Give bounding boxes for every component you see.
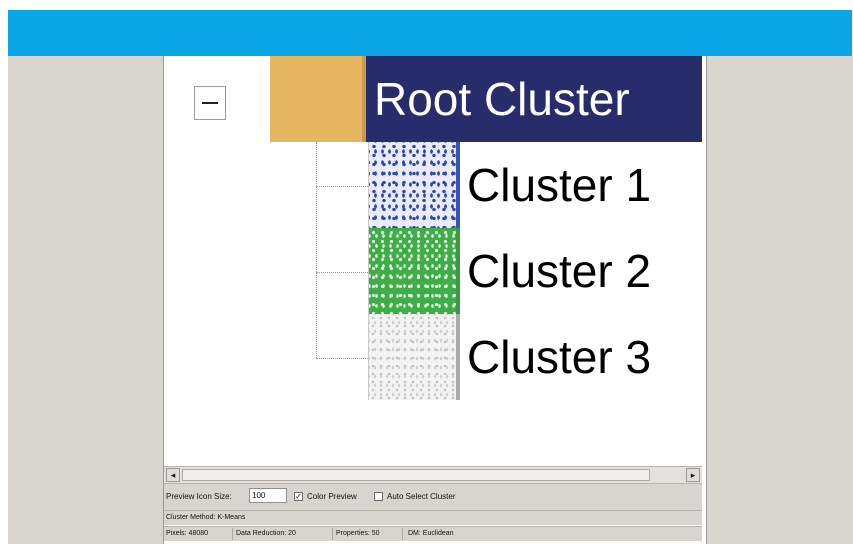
auto-select-label: Auto Select Cluster: [387, 492, 456, 501]
dm-text: DM: Euclidean: [408, 530, 454, 537]
cluster-2-edge: [456, 228, 460, 314]
cluster-method-text: Cluster Method: K-Means: [166, 514, 246, 521]
title-bar: [0, 0, 853, 56]
tree-connector: [316, 358, 368, 359]
title-bar-band: [8, 10, 852, 56]
color-preview-checkbox[interactable]: ✓: [294, 492, 303, 501]
color-preview-label: Color Preview: [307, 492, 357, 501]
tree-connector: [316, 272, 368, 273]
cluster-3-swatch[interactable]: [368, 314, 456, 400]
scroll-thumb[interactable]: [182, 469, 650, 481]
cluster-1-swatch[interactable]: [368, 142, 456, 228]
icon-size-label: Preview Icon Size:: [166, 492, 232, 501]
data-reduction-text: Data Reduction: 20: [236, 530, 296, 537]
tree-connector: [316, 186, 368, 187]
cluster-3-edge: [456, 314, 460, 400]
collapse-toggle-icon[interactable]: [194, 86, 226, 120]
left-gutter: [0, 56, 8, 544]
properties-text: Properties: 50: [336, 530, 380, 537]
status-bar-stats: Pixels: 48080 Data Reduction: 20 Propert…: [164, 526, 702, 541]
cluster-panel: Root Cluster Cluster 1 Cluster 2 Cluster…: [163, 56, 707, 544]
root-cluster-swatch[interactable]: [270, 56, 362, 142]
cluster-1-label[interactable]: Cluster 1: [467, 142, 651, 228]
status-separator: [402, 528, 403, 540]
scroll-left-icon[interactable]: ◂: [166, 468, 180, 482]
cluster-1-edge: [456, 142, 460, 228]
status-separator: [232, 528, 233, 540]
status-separator: [332, 528, 333, 540]
cluster-3-label[interactable]: Cluster 3: [467, 314, 651, 400]
preview-controls: Preview Icon Size: 100 ✓ Color Preview A…: [164, 484, 702, 510]
cluster-2-swatch[interactable]: [368, 228, 456, 314]
root-cluster-label[interactable]: Root Cluster: [366, 56, 702, 142]
tree-connector-vertical: [316, 142, 317, 358]
horizontal-scrollbar[interactable]: ◂ ▸: [164, 466, 702, 484]
cluster-tree: Root Cluster Cluster 1 Cluster 2 Cluster…: [164, 56, 702, 466]
cluster-2-label[interactable]: Cluster 2: [467, 228, 651, 314]
auto-select-checkbox[interactable]: [374, 492, 383, 501]
status-bar-method: Cluster Method: K-Means: [164, 510, 702, 525]
scroll-right-icon[interactable]: ▸: [686, 468, 700, 482]
icon-size-input[interactable]: 100: [249, 488, 287, 503]
pixels-text: Pixels: 48080: [166, 530, 209, 537]
